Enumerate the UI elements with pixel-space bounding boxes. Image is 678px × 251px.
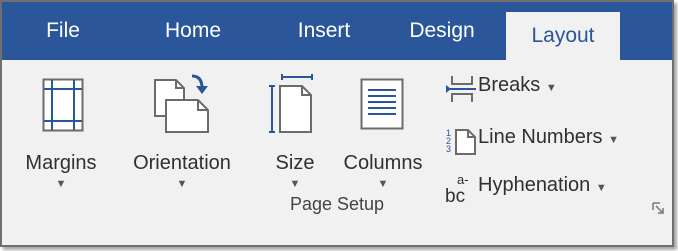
breaks-label: Breaks ▼: [478, 74, 557, 96]
size-button[interactable]: Size ▼: [262, 72, 328, 212]
caret-down-icon: ▼: [377, 178, 389, 190]
ribbon-frame: File Home Insert Design Layout Margins ▼: [0, 0, 674, 247]
caret-down-icon: ▼: [55, 178, 67, 190]
columns-button[interactable]: Columns ▼: [332, 72, 434, 212]
orientation-icon: [154, 74, 209, 133]
caret-down-icon: ▼: [608, 134, 619, 146]
breaks-button[interactable]: Breaks ▼: [436, 72, 576, 106]
tab-home[interactable]: Home: [152, 2, 234, 60]
margins-icon: [42, 78, 84, 132]
tab-design[interactable]: Design: [397, 2, 487, 60]
size-icon: [269, 74, 313, 133]
caret-down-icon: ▼: [545, 82, 557, 94]
caret-down-icon: ▼: [176, 178, 188, 190]
line-numbers-label: Line Numbers ▼: [478, 126, 619, 148]
columns-icon: [360, 78, 404, 130]
orientation-label: Orientation: [133, 152, 231, 174]
columns-label: Columns: [343, 152, 423, 174]
size-label: Size: [275, 152, 315, 174]
caret-down-icon: ▼: [595, 182, 607, 194]
margins-button[interactable]: Margins ▼: [6, 72, 116, 212]
tab-layout[interactable]: Layout: [506, 12, 620, 62]
svg-text:3: 3: [446, 144, 451, 154]
caret-down-icon: ▼: [289, 178, 301, 190]
line-numbers-button[interactable]: 1 2 3 Line Numbers ▼: [436, 124, 670, 158]
line-numbers-icon: 1 2 3: [446, 128, 476, 155]
breaks-icon: [446, 76, 476, 102]
orientation-button[interactable]: Orientation ▼: [116, 72, 248, 212]
svg-text:a-: a-: [457, 172, 469, 187]
tab-insert[interactable]: Insert: [284, 2, 364, 60]
ribbon-tab-bar: File Home Insert Design Layout: [2, 2, 672, 62]
group-label-page-setup: Page Setup: [289, 194, 385, 214]
page-setup-group: Margins ▼ Orientation ▼ Size ▼ Columns ▼…: [2, 60, 672, 245]
tab-file[interactable]: File: [26, 2, 100, 60]
dialog-launcher-icon[interactable]: [652, 202, 664, 214]
margins-label: Margins: [25, 152, 97, 174]
